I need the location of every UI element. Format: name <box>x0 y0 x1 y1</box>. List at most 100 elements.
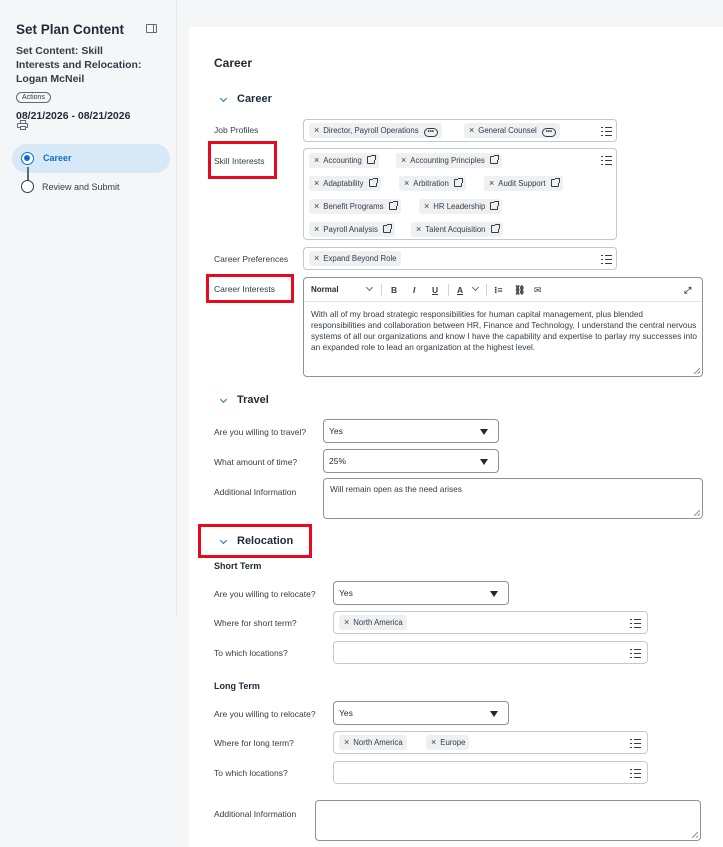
resize-handle[interactable] <box>694 510 700 516</box>
section-title-career[interactable]: Career <box>237 93 272 105</box>
resize-handle[interactable] <box>692 832 698 838</box>
career-preferences-field[interactable]: × Expand Beyond Role <box>303 247 617 270</box>
email-icon[interactable]: ✉ <box>534 285 542 296</box>
step-inactive-icon <box>21 180 34 193</box>
travel-additional-textarea[interactable]: Will remain open as the need arises <box>323 478 703 519</box>
short-term-locations-label: To which locations? <box>214 648 288 658</box>
skill-pill[interactable]: × Payroll Analysis <box>309 222 395 237</box>
remove-icon[interactable]: × <box>314 224 319 234</box>
short-term-locations-field[interactable] <box>333 641 648 664</box>
step-review-submit[interactable]: Review and Submit <box>42 182 120 192</box>
text-color-icon[interactable]: A <box>457 285 463 295</box>
external-link-icon[interactable] <box>550 178 560 187</box>
more-icon[interactable]: ••• <box>423 128 438 137</box>
skill-pill[interactable]: × Adaptability <box>309 176 381 191</box>
remove-icon[interactable]: × <box>314 201 319 211</box>
skill-pill[interactable]: × Accounting <box>309 153 379 168</box>
job-profiles-label: Job Profiles <box>214 125 259 135</box>
career-interests-text[interactable]: With all of my broad strategic responsib… <box>311 309 699 353</box>
remove-icon[interactable]: × <box>431 737 436 747</box>
list-icon[interactable] <box>630 769 641 779</box>
skill-pill[interactable]: × HR Leadership <box>419 199 503 214</box>
list-icon[interactable] <box>630 649 641 659</box>
print-icon[interactable] <box>17 120 28 130</box>
skill-pill[interactable]: × Benefit Programs <box>309 199 401 214</box>
skill-pill[interactable]: × Arbitration <box>399 176 466 191</box>
travel-amount-label: What amount of time? <box>214 457 298 467</box>
long-term-locations-field[interactable] <box>333 761 648 784</box>
long-term-where-field[interactable]: × North America × Europe <box>333 731 648 754</box>
remove-icon[interactable]: × <box>344 617 349 627</box>
relocation-additional-textarea[interactable] <box>315 800 701 841</box>
remove-icon[interactable]: × <box>469 125 474 135</box>
collapse-panel-icon[interactable] <box>146 24 157 33</box>
step-career[interactable]: Career <box>12 144 170 173</box>
skill-pill[interactable]: × Talent Acquisition <box>411 222 503 237</box>
remove-icon[interactable]: × <box>489 178 494 188</box>
bold-icon[interactable]: B <box>391 285 397 295</box>
remove-icon[interactable]: × <box>314 253 319 263</box>
career-interests-editor[interactable]: Normal B I U A ⁝≡ ⛓ ✉ ⤢ With all of my b… <box>303 277 703 377</box>
career-preferences-label: Career Preferences <box>214 254 289 264</box>
remove-icon[interactable]: × <box>344 737 349 747</box>
italic-icon[interactable]: I <box>413 285 415 295</box>
dropdown-caret-icon <box>480 429 488 435</box>
chevron-down-icon[interactable] <box>219 94 228 103</box>
remove-icon[interactable]: × <box>424 201 429 211</box>
external-link-icon[interactable] <box>366 155 376 164</box>
link-icon[interactable]: ⛓ <box>514 285 525 296</box>
dropdown-caret-icon <box>480 459 488 465</box>
bullet-list-icon[interactable]: ⁝≡ <box>494 285 503 296</box>
external-link-icon[interactable] <box>382 224 392 233</box>
section-title-travel[interactable]: Travel <box>237 394 269 406</box>
external-link-icon[interactable] <box>490 224 500 233</box>
job-profiles-field[interactable]: × Director, Payroll Operations ••• × Genera… <box>303 119 617 142</box>
job-profile-pill[interactable]: × General Counsel ••• <box>464 123 561 138</box>
remove-icon[interactable]: × <box>401 155 406 165</box>
list-icon[interactable] <box>630 619 641 629</box>
step-label: Career <box>43 153 72 163</box>
long-term-locations-label: To which locations? <box>214 768 288 778</box>
skill-pill[interactable]: × Audit Support <box>484 176 563 191</box>
more-icon[interactable]: ••• <box>541 128 557 137</box>
location-pill[interactable]: × North America <box>339 615 407 630</box>
step-active-icon <box>21 152 34 165</box>
chevron-down-icon[interactable] <box>471 283 480 292</box>
external-link-icon[interactable] <box>489 155 499 164</box>
external-link-icon[interactable] <box>490 201 500 210</box>
location-pill[interactable]: × North America <box>339 735 407 750</box>
list-icon[interactable] <box>601 127 612 137</box>
actions-badge[interactable]: Actions <box>16 92 51 103</box>
remove-icon[interactable]: × <box>404 178 409 188</box>
location-pill[interactable]: × Europe <box>426 735 470 750</box>
short-term-where-field[interactable]: × North America <box>333 611 648 634</box>
underline-icon[interactable]: U <box>432 285 438 295</box>
travel-willing-select[interactable]: Yes <box>323 419 499 443</box>
travel-amount-select[interactable]: 25% <box>323 449 499 473</box>
remove-icon[interactable]: × <box>314 155 319 165</box>
preference-pill[interactable]: × Expand Beyond Role <box>309 251 401 266</box>
short-term-where-label: Where for short term? <box>214 618 297 628</box>
chevron-down-icon[interactable] <box>219 395 228 404</box>
select-value: Yes <box>339 588 353 598</box>
skill-pill[interactable]: × Accounting Principles <box>396 153 502 168</box>
external-link-icon[interactable] <box>388 201 398 210</box>
remove-icon[interactable]: × <box>416 224 421 234</box>
format-select[interactable]: Normal <box>311 285 339 294</box>
long-term-willing-select[interactable]: Yes <box>333 701 509 725</box>
expand-icon[interactable]: ⤢ <box>684 285 691 296</box>
toolbar-separator <box>381 284 382 296</box>
remove-icon[interactable]: × <box>314 178 319 188</box>
external-link-icon[interactable] <box>368 178 378 187</box>
list-icon[interactable] <box>630 739 641 749</box>
job-profile-pill[interactable]: × Director, Payroll Operations ••• <box>309 123 442 138</box>
skill-interests-field[interactable]: × Accounting × Accounting Principles × Adap… <box>303 148 617 240</box>
external-link-icon[interactable] <box>453 178 463 187</box>
chevron-down-icon[interactable] <box>365 283 374 292</box>
list-icon[interactable] <box>601 255 612 265</box>
list-icon[interactable] <box>601 156 612 166</box>
dropdown-caret-icon <box>490 711 498 717</box>
short-term-willing-select[interactable]: Yes <box>333 581 509 605</box>
resize-handle[interactable] <box>694 368 700 374</box>
remove-icon[interactable]: × <box>314 125 319 135</box>
